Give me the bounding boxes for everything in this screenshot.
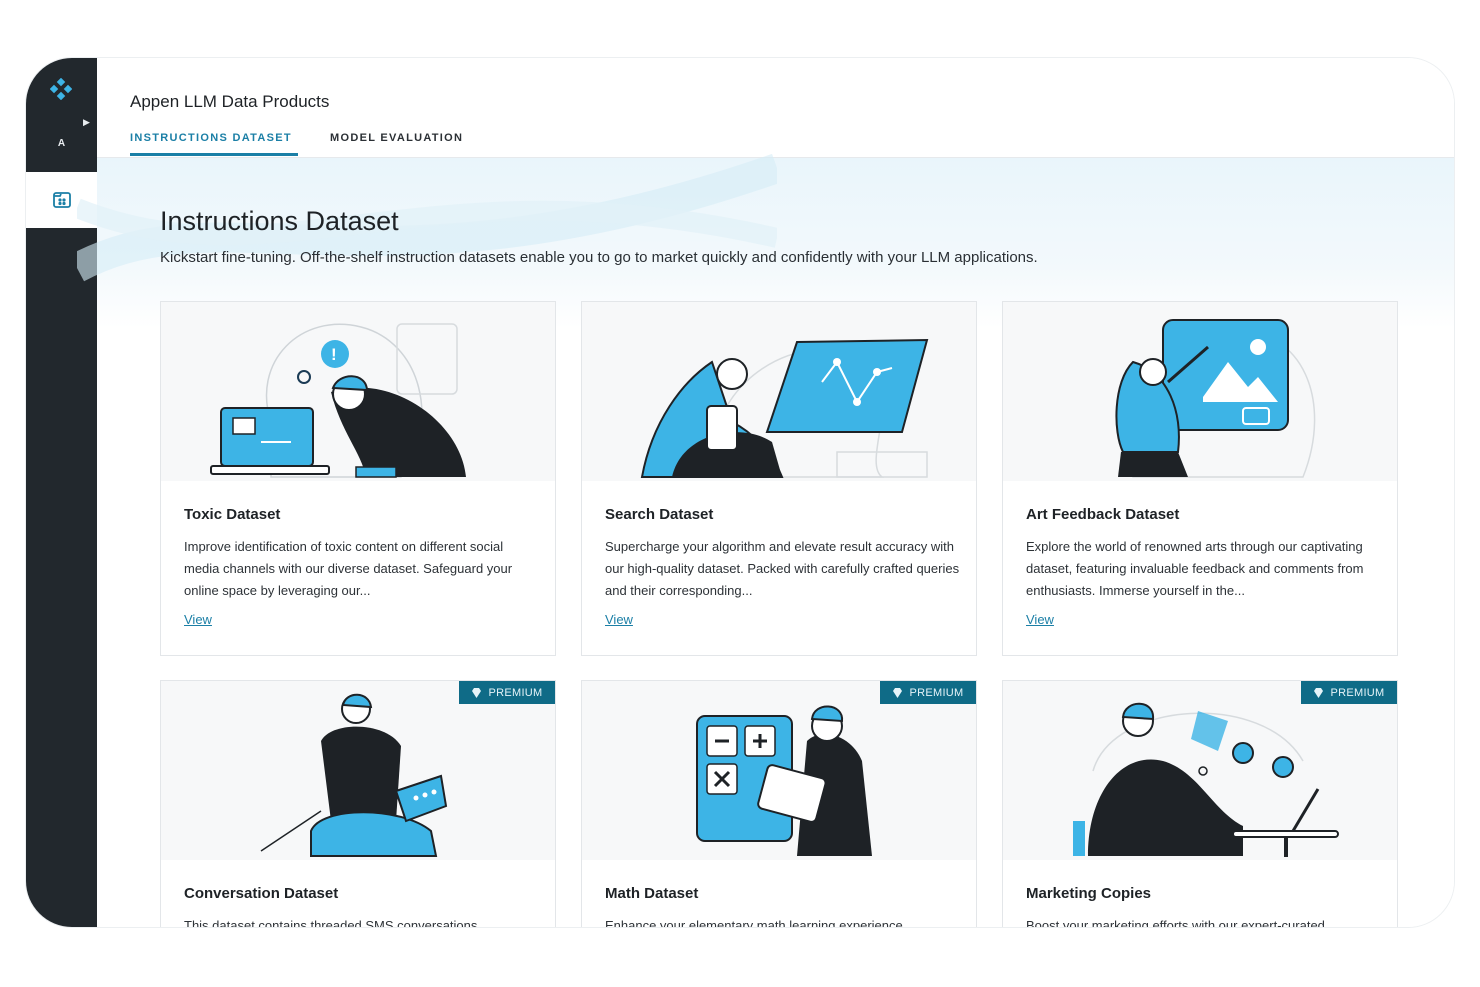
page-title: Instructions Dataset — [160, 206, 399, 236]
app-window: ▶ A Appen LLM Data Products INSTRUCTIONS… — [26, 58, 1454, 927]
view-link[interactable]: View — [1026, 612, 1054, 627]
card-title: Conversation Dataset — [184, 885, 339, 902]
card-title: Math Dataset — [605, 885, 699, 902]
dataset-card-conversation[interactable]: PREMIUM Conversation Dataset This datase… — [160, 680, 556, 927]
search-illustration — [582, 302, 976, 481]
card-description: Supercharge your algorithm and elevate r… — [605, 539, 960, 598]
card-description: This dataset contains threaded SMS conve… — [184, 918, 478, 927]
card-title: Art Feedback Dataset — [1026, 506, 1180, 523]
view-link[interactable]: View — [605, 612, 633, 627]
card-title: Search Dataset — [605, 506, 714, 523]
header: Appen LLM Data Products INSTRUCTIONS DAT… — [97, 58, 1454, 158]
premium-badge: PREMIUM — [880, 681, 976, 704]
premium-label: PREMIUM — [1330, 686, 1385, 699]
diamond-icon — [893, 687, 903, 698]
premium-badge: PREMIUM — [459, 681, 555, 704]
card-title: Marketing Copies — [1026, 885, 1152, 902]
toxic-illustration: ! — [161, 302, 555, 481]
dataset-card-toxic[interactable]: ! Toxic Dataset Improve identification o… — [160, 301, 556, 656]
premium-label: PREMIUM — [909, 686, 964, 699]
appen-logo-icon[interactable] — [50, 78, 72, 100]
dataset-card-art-feedback[interactable]: Art Feedback Dataset Explore the world o… — [1002, 301, 1398, 656]
dataset-card-search[interactable]: Search Dataset Supercharge your algorith… — [581, 301, 977, 656]
diamond-icon — [1314, 687, 1324, 698]
tab-instructions-dataset[interactable]: INSTRUCTIONS DATASET — [130, 132, 292, 144]
premium-label: PREMIUM — [488, 686, 543, 699]
card-description: Explore the world of renowned arts throu… — [1026, 539, 1364, 598]
dataset-card-marketing[interactable]: PREMIUM Marketing Copies Boost your mark… — [1002, 680, 1398, 927]
math-illustration — [582, 681, 976, 860]
marketing-illustration — [1003, 681, 1397, 860]
art-feedback-illustration — [1003, 302, 1397, 481]
card-description: Improve identification of toxic content … — [184, 539, 513, 598]
dataset-card-math[interactable]: PREMIUM Math Dataset Enhance your elemen… — [581, 680, 977, 927]
main-area: Appen LLM Data Products INSTRUCTIONS DAT… — [77, 58, 1454, 927]
content-area: Instructions Dataset Kickstart fine-tuni… — [77, 153, 1454, 927]
premium-badge: PREMIUM — [1301, 681, 1397, 704]
card-title: Toxic Dataset — [184, 506, 281, 523]
tab-model-evaluation[interactable]: MODEL EVALUATION — [330, 132, 463, 144]
view-link[interactable]: View — [184, 612, 212, 627]
card-description: Boost your marketing efforts with our ex… — [1026, 918, 1325, 927]
diamond-icon — [472, 687, 482, 698]
page-subtitle: Kickstart fine-tuning. Off-the-shelf ins… — [160, 249, 1038, 266]
conversation-illustration — [161, 681, 555, 860]
svg-text:!: ! — [331, 345, 337, 364]
app-title: Appen LLM Data Products — [130, 92, 330, 111]
dataset-icon — [52, 192, 71, 208]
expand-sidebar-icon[interactable]: ▶ — [83, 117, 90, 128]
card-description: Enhance your elementary math learning ex… — [605, 918, 903, 927]
